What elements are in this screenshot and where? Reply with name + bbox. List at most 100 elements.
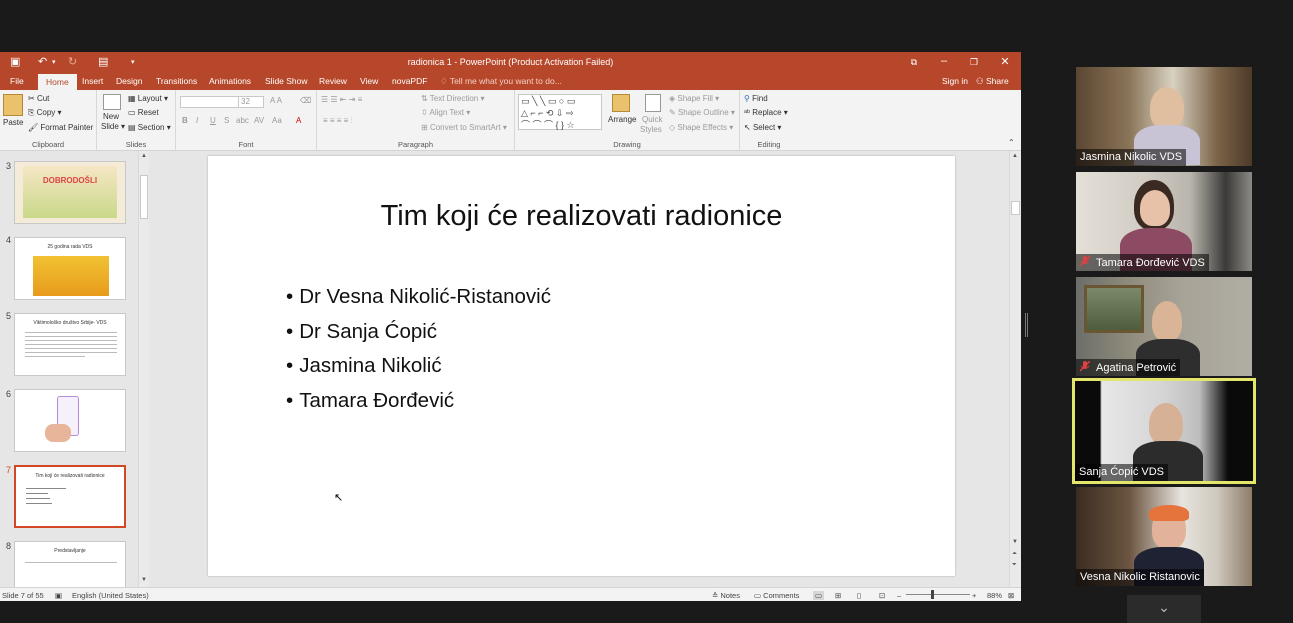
replace-button[interactable]: ᵃᵇ Replace ▾ <box>744 108 788 117</box>
normal-view-icon[interactable]: ▭ <box>813 591 825 600</box>
clear-formatting-icon[interactable]: ⌫ <box>300 96 311 105</box>
zoom-out-icon[interactable]: – <box>897 591 901 600</box>
collapse-ribbon-icon[interactable]: ⌃ <box>1008 138 1015 147</box>
new-slide-icon[interactable] <box>103 94 121 110</box>
align-icons[interactable]: ≡ ≡ ≡ ≡ ⫶ <box>323 116 353 126</box>
quick-styles-label-2[interactable]: Styles <box>640 125 662 134</box>
fit-to-window-icon[interactable]: ⊠ <box>1008 591 1014 600</box>
font-color-icon[interactable]: A <box>296 116 301 125</box>
scroll-up-icon[interactable]: ▲ <box>141 153 147 159</box>
slide-bullet-list[interactable]: Dr Vesna Nikolić-Ristanović Dr Sanja Ćop… <box>286 284 551 423</box>
slide-sorter-icon[interactable]: ⊞ <box>835 591 841 600</box>
font-name-input[interactable] <box>180 96 240 108</box>
chevron-down-icon[interactable]: ⌄ <box>1127 595 1201 623</box>
participant-tile[interactable]: Jasmina Nikolic VDS <box>1076 67 1252 166</box>
tab-design[interactable]: Design <box>116 76 142 86</box>
bullet-item: Tamara Đorđević <box>286 388 551 423</box>
tell-me-search[interactable]: ♢ Tell me what you want to do... <box>440 76 562 87</box>
tab-animations[interactable]: Animations <box>209 76 251 86</box>
quick-styles-icon[interactable] <box>645 94 661 112</box>
language-indicator[interactable]: English (United States) <box>72 591 149 600</box>
arrange-icon[interactable] <box>612 94 630 112</box>
next-slide-icon[interactable]: ⏷ <box>1012 562 1017 569</box>
tab-file[interactable]: File <box>10 76 24 86</box>
copy-button[interactable]: ⎘ Copy ▾ <box>28 108 62 118</box>
convert-smartart-button[interactable]: ⊞ Convert to SmartArt ▾ <box>421 123 507 132</box>
tab-novapdf[interactable]: novaPDF <box>392 76 427 86</box>
paste-button[interactable]: Paste <box>3 118 23 127</box>
zoom-slider[interactable] <box>906 594 970 595</box>
spellcheck-icon[interactable]: ▣ <box>55 591 62 600</box>
shape-effects-button[interactable]: ◇ Shape Effects ▾ <box>669 123 733 132</box>
zoom-in-icon[interactable]: + <box>972 591 976 600</box>
scroll-up-icon[interactable]: ▲ <box>1012 153 1018 159</box>
slide-thumbnail-4[interactable]: 25 godina rada VDS <box>14 237 126 300</box>
section-button[interactable]: ▤ Section ▾ <box>128 123 171 132</box>
shadow-icon[interactable]: S <box>224 116 229 125</box>
reading-view-icon[interactable]: ▯ <box>857 591 861 600</box>
participant-tile[interactable]: Vesna Nikolic Ristanovic <box>1076 487 1252 586</box>
shape-fill-button[interactable]: ◈ Shape Fill ▾ <box>669 94 719 103</box>
slide-thumbnail-5[interactable]: Viktimološko društvo Srbije- VDS <box>14 313 126 376</box>
tab-review[interactable]: Review <box>319 76 347 86</box>
tab-view[interactable]: View <box>360 76 378 86</box>
participant-tile[interactable]: Agatina Petrović <box>1076 277 1252 376</box>
italic-icon[interactable]: I <box>196 116 198 125</box>
bullets-icon[interactable]: ☰ ☰ ⇤ ⇥ ≡ <box>321 95 362 104</box>
format-painter-button[interactable]: 🖌︎ Format Painter <box>28 123 93 132</box>
scroll-down-icon[interactable]: ▼ <box>1012 539 1018 545</box>
zoom-level[interactable]: 88% <box>987 591 1002 600</box>
paste-icon[interactable] <box>3 94 23 116</box>
quick-styles-label-1[interactable]: Quick <box>642 115 662 124</box>
participant-tile[interactable]: Tamara Đorđević VDS <box>1076 172 1252 271</box>
notes-button[interactable]: ≙ Notes <box>712 591 740 600</box>
slideshow-view-icon[interactable]: ⊡ <box>879 591 885 600</box>
shapes-gallery[interactable]: ▭ ╲ ╲ ▭ ○ ▭ △ ⌐ ⌐ ⟲ ⇩ ⇨ ⌒ ⌒ ⌒ { } ☆ <box>518 94 602 130</box>
previous-slide-icon[interactable]: ⏶ <box>1012 551 1017 558</box>
zoom-slider-handle[interactable] <box>931 590 934 599</box>
slide-thumbnail-8[interactable]: Predstavljanje <box>14 541 126 587</box>
grow-font-icon[interactable]: A A <box>270 96 282 105</box>
tab-insert[interactable]: Insert <box>82 76 103 86</box>
cut-button[interactable]: ✂ Cut <box>28 94 49 103</box>
slide-thumbnail-3[interactable]: DOBRODOŠLI <box>14 161 126 224</box>
slide-thumbnail-6[interactable] <box>14 389 126 452</box>
scroll-thumb[interactable] <box>1011 201 1020 215</box>
minimize-icon[interactable]: – <box>934 55 954 67</box>
tab-slide-show[interactable]: Slide Show <box>265 76 308 86</box>
comments-button[interactable]: ▭ Comments <box>754 591 799 600</box>
tab-transitions[interactable]: Transitions <box>156 76 197 86</box>
strikethrough-icon[interactable]: abc <box>236 116 249 125</box>
slide-thumbnail-7[interactable]: Tim koji će realizovati radionice <box>14 465 126 528</box>
scroll-thumb[interactable] <box>140 175 148 219</box>
ribbon-display-icon[interactable]: ⧉ <box>904 57 924 68</box>
thumbnails-scrollbar[interactable]: ▲ ▼ <box>138 151 149 587</box>
scroll-down-icon[interactable]: ▼ <box>141 577 147 583</box>
slide-scrollbar[interactable]: ▲ ▼ ⏶ ⏷ <box>1009 151 1021 587</box>
select-button[interactable]: ↖ Select ▾ <box>744 123 781 132</box>
share-button[interactable]: ⚇ Share <box>976 76 1009 87</box>
close-icon[interactable]: ✕ <box>995 55 1015 68</box>
title-bar: ▣ ↶ ▾ ↻ ▤ ▾ radionica 1 - PowerPoint (Pr… <box>0 52 1021 72</box>
new-slide-label-2[interactable]: Slide ▾ <box>101 122 125 131</box>
underline-icon[interactable]: U <box>210 116 216 125</box>
reset-button[interactable]: ▭ Reset <box>128 108 159 117</box>
font-size-input[interactable]: 32 <box>238 96 264 108</box>
panel-splitter-handle[interactable] <box>1025 313 1028 337</box>
slide-title[interactable]: Tim koji će realizovati radionice <box>208 200 955 233</box>
shape-outline-button[interactable]: ✎ Shape Outline ▾ <box>669 108 735 117</box>
text-direction-button[interactable]: ⇅ Text Direction ▾ <box>421 94 485 103</box>
sign-in-link[interactable]: Sign in <box>942 76 968 86</box>
bold-icon[interactable]: B <box>182 116 188 125</box>
participant-tile-active-speaker[interactable]: Sanja Ćopić VDS <box>1072 378 1256 484</box>
change-case-icon[interactable]: Aa <box>272 116 282 125</box>
arrange-button[interactable]: Arrange <box>608 115 636 124</box>
char-spacing-icon[interactable]: AV <box>254 116 264 125</box>
find-button[interactable]: ⚲ Find <box>744 94 768 103</box>
restore-icon[interactable]: ❐ <box>964 57 984 68</box>
new-slide-label-1[interactable]: New <box>103 112 119 121</box>
align-text-button[interactable]: ⇳ Align Text ▾ <box>421 108 470 117</box>
layout-button[interactable]: ▦ Layout ▾ <box>128 94 168 103</box>
tab-home[interactable]: Home <box>38 74 77 90</box>
current-slide[interactable]: Tim koji će realizovati radionice Dr Ves… <box>208 156 955 576</box>
